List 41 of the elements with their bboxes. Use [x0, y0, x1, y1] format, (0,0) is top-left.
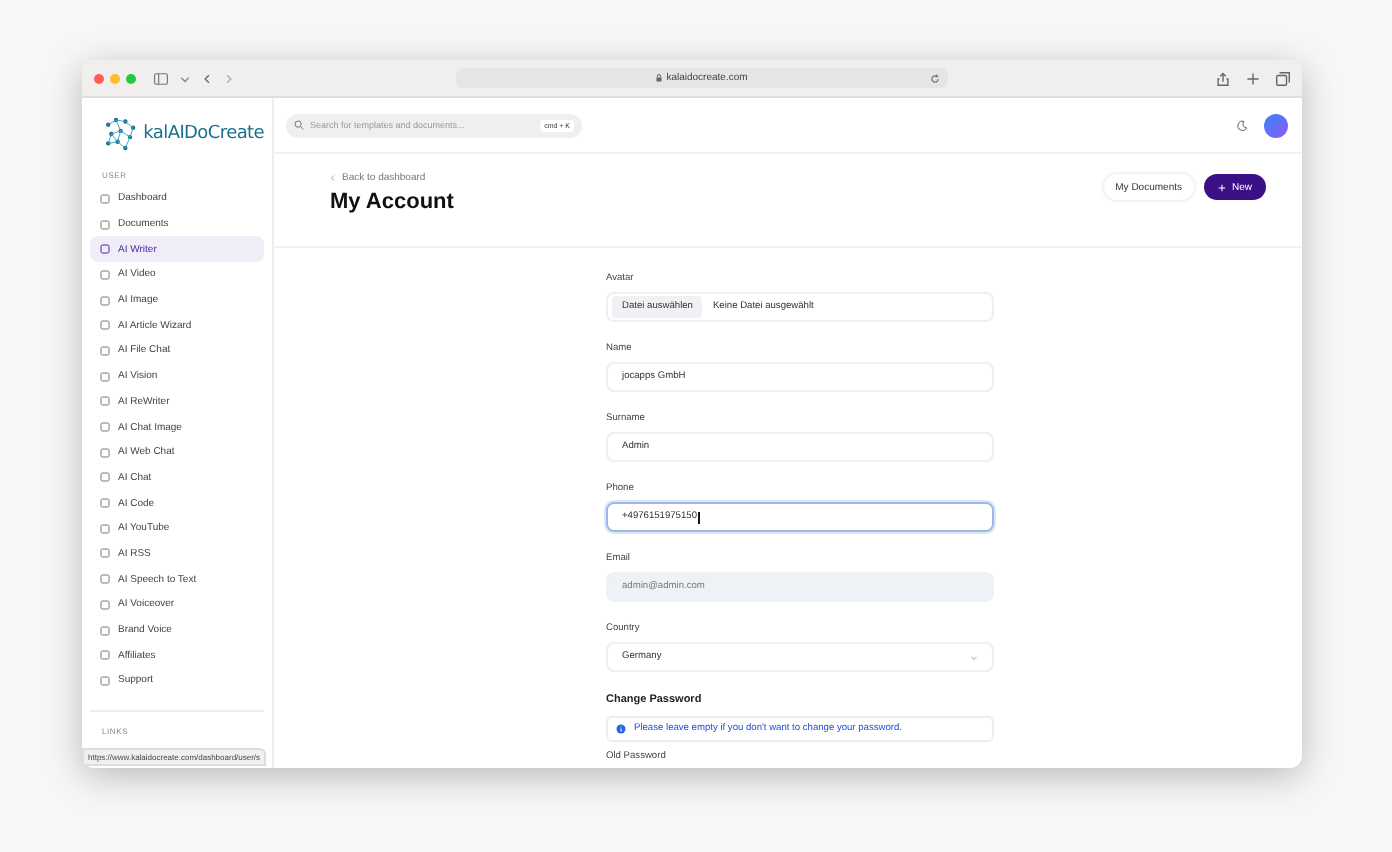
square-icon — [100, 625, 110, 636]
square-icon — [100, 675, 110, 686]
lock-icon — [656, 74, 663, 82]
logo-text: kalAIDoCreate — [143, 124, 264, 144]
square-icon — [100, 523, 110, 534]
info-icon — [616, 724, 626, 734]
moon-icon[interactable] — [1236, 119, 1248, 131]
chevron-left-icon — [330, 174, 336, 182]
close-button[interactable] — [94, 73, 104, 83]
square-icon — [100, 498, 110, 509]
square-icon — [100, 193, 110, 204]
back-icon[interactable] — [202, 73, 212, 83]
zoom-button[interactable] — [126, 73, 136, 83]
plus-icon — [1217, 183, 1226, 191]
square-icon — [100, 269, 110, 280]
square-icon — [100, 371, 110, 382]
page-title: My Account — [330, 190, 454, 214]
plus-icon[interactable] — [1246, 71, 1260, 85]
chevron-down-icon — [970, 653, 978, 661]
square-icon — [100, 345, 110, 356]
avatar[interactable] — [1264, 113, 1288, 137]
square-icon — [100, 548, 110, 559]
forward-icon[interactable] — [224, 73, 234, 83]
square-icon — [100, 650, 110, 661]
square-icon — [100, 447, 110, 458]
square-icon — [100, 219, 110, 230]
square-icon — [100, 295, 110, 306]
square-icon — [100, 422, 110, 433]
network-logo-icon — [102, 114, 140, 154]
square-icon — [100, 472, 110, 483]
square-icon — [100, 599, 110, 610]
square-icon — [100, 244, 110, 255]
square-icon — [100, 320, 110, 331]
search-icon — [294, 120, 304, 130]
tabs-icon[interactable] — [1276, 71, 1290, 85]
sidebar-toggle-icon[interactable] — [154, 71, 168, 85]
square-icon — [100, 396, 110, 407]
share-icon[interactable] — [1216, 71, 1230, 85]
square-icon — [100, 574, 110, 585]
chevron-down-icon[interactable] — [180, 73, 190, 83]
reload-icon[interactable] — [930, 73, 940, 83]
